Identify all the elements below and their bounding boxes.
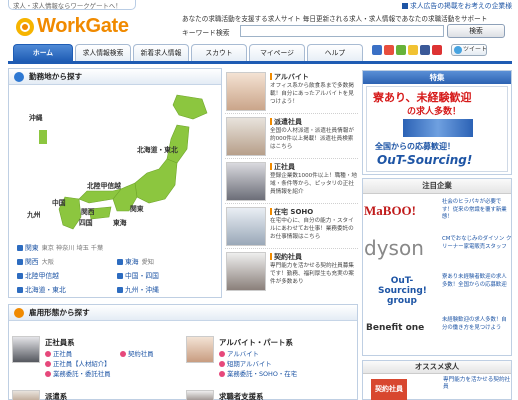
emp-link-seishain[interactable]: 正社員 bbox=[45, 349, 72, 358]
company-outsourcing[interactable]: OuT-Sourcing! group 寮あり未経験者歓迎の求人多数！全国からの… bbox=[362, 272, 512, 310]
map-chubu-kanto[interactable] bbox=[134, 158, 178, 204]
area-link-kansai[interactable]: 関西 大阪 bbox=[17, 256, 54, 266]
emp-link-baito[interactable]: アルバイト bbox=[219, 349, 259, 358]
feature-photo bbox=[226, 72, 266, 111]
special-headline: 寮あり、未経験歓迎 bbox=[373, 91, 472, 104]
group-photo bbox=[186, 336, 214, 363]
facebook-icon[interactable] bbox=[420, 45, 430, 55]
group-photo bbox=[12, 336, 40, 363]
company-logo-maboo: MaBOO! bbox=[364, 203, 416, 218]
special-banner-main: OuT-Sourcing! bbox=[377, 153, 473, 167]
special-banner[interactable]: 寮あり、未経験歓迎 の求人多数！ 全国からの応募歓迎！ OuT-Sourcing… bbox=[366, 86, 508, 172]
nav-underline bbox=[8, 61, 512, 64]
social-icons bbox=[372, 45, 450, 57]
special-photo bbox=[403, 119, 473, 137]
featured-companies-title: 注目企業 bbox=[363, 179, 511, 194]
advertiser-link[interactable]: 求人広告の掲載をお考えの企業様 bbox=[402, 0, 512, 10]
tab-home[interactable]: ホーム bbox=[13, 44, 73, 61]
recommended-jobs-title: オススメ求人 bbox=[363, 361, 511, 374]
japan-map bbox=[39, 94, 208, 230]
logo-mark-icon bbox=[16, 18, 34, 36]
recommended-job-badge[interactable]: 契約社員 bbox=[371, 379, 407, 400]
bookmark-icon[interactable] bbox=[372, 45, 382, 55]
feature-keiyaku[interactable]: 契約社員 専門能力を活かせる契約社員募集です！勤務、福利厚生も充実の案件が多数あ… bbox=[225, 250, 358, 294]
area-link-kanto[interactable]: 関東 東京 神奈川 埼玉 千葉 bbox=[17, 242, 103, 252]
area-link-kyushu-okinawa[interactable]: 九州・沖縄 bbox=[117, 284, 159, 294]
employment-group-seishain: 正社員系 正社員 契約社員 正社員【人材紹介】 業務委託・委託社員 bbox=[12, 334, 187, 392]
area-link-hokuriku[interactable]: 北陸甲信越 bbox=[17, 270, 59, 280]
map-label-okinawa[interactable]: 沖縄 bbox=[29, 112, 43, 122]
company-benefit-one[interactable]: Benefit one 未経験歓迎の求人多数！自分の働き方を見つけよう bbox=[362, 315, 512, 345]
company-logo-benefit-one: Benefit one bbox=[366, 323, 425, 333]
keyword-search-input[interactable] bbox=[240, 25, 444, 37]
livedoor-icon[interactable] bbox=[396, 45, 406, 55]
tab-help[interactable]: ヘルプ bbox=[307, 44, 363, 61]
feature-seishain[interactable]: 正社員 登録企業数1000件以上！職種・地域・条件等から、ピッタリの正社員情報を… bbox=[225, 160, 358, 204]
company-logo-dyson: dyson bbox=[364, 236, 424, 260]
map-label-kansai[interactable]: 関西 bbox=[81, 206, 95, 216]
map-label-tokai[interactable]: 東海 bbox=[113, 217, 127, 227]
map-label-kanto[interactable]: 関東 bbox=[130, 203, 144, 213]
tweet-button[interactable]: ツイート bbox=[451, 44, 487, 56]
emp-link-soho[interactable]: 業務委託・SOHO・在宅 bbox=[219, 369, 297, 378]
people-icon bbox=[14, 308, 24, 318]
twitter-icon bbox=[454, 46, 462, 54]
special-banner-top: 全国からの応募歓迎！ bbox=[375, 142, 455, 151]
site-tagline: 求人・求人情報ならワークゲートへ！ bbox=[8, 0, 136, 10]
tab-new-jobs[interactable]: 新着求人情報 bbox=[133, 44, 189, 61]
feature-photo bbox=[226, 162, 266, 201]
area-link-chugoku-shikoku[interactable]: 中国・四国 bbox=[117, 270, 159, 280]
map-label-hokkaido-tohoku[interactable]: 北海道・東北 bbox=[137, 144, 178, 154]
area-search-title: 勤務地から探す bbox=[9, 69, 221, 85]
arrow-icon bbox=[402, 3, 409, 9]
emp-link-short-baito[interactable]: 短期アルバイト bbox=[219, 359, 272, 368]
feature-photo bbox=[226, 207, 266, 246]
emp-link-keiyaku[interactable]: 契約社員 bbox=[120, 349, 154, 358]
map-okinawa[interactable] bbox=[39, 130, 47, 144]
top-bar: 求人・求人情報ならワークゲートへ！ 求人広告の掲載をお考えの企業様 bbox=[0, 0, 518, 11]
feature-photo bbox=[226, 117, 266, 156]
feature-baito[interactable]: アルバイト オフィス系から飲食系まで多数掲載！自分にあったアルバイトを見つけよう… bbox=[225, 70, 358, 114]
site-description: あなたの求職活動を支援する求人サイト 毎日更新される求人・求人情報であなたの求職… bbox=[182, 15, 488, 23]
map-label-shikoku[interactable]: 四国 bbox=[79, 217, 93, 227]
recommended-jobs-panel: オススメ求人 契約社員 専門能力を活かせる契約社員 bbox=[362, 360, 512, 400]
tab-scout[interactable]: スカウト bbox=[191, 44, 247, 61]
employment-group-support: 求職者支援系 bbox=[186, 388, 361, 400]
google-icon[interactable] bbox=[432, 45, 442, 55]
search-button[interactable]: 検索 bbox=[447, 24, 505, 38]
special-headline-sub: の求人多数！ bbox=[407, 107, 462, 117]
logo[interactable]: WorkGate bbox=[14, 14, 144, 40]
keyword-search-label: キーワード検索 bbox=[182, 29, 230, 37]
area-search-panel: 勤務地から探す 沖縄 北海道・東北 北陸甲信越 関東 中国 四国 関西 九州 東… bbox=[8, 68, 222, 298]
yahoo-icon[interactable] bbox=[408, 45, 418, 55]
feature-soho[interactable]: 在宅 SOHO 在宅中心に、自分の能力・スタイルにあわせてお仕事！業務委託のお仕… bbox=[225, 205, 358, 249]
map-hokkaido[interactable] bbox=[172, 94, 208, 120]
map-label-chugoku[interactable]: 中国 bbox=[52, 197, 66, 207]
company-maboo[interactable]: MaBOO! 社会のヒラパキが必要です！従来の常識を覆す新業態！ bbox=[362, 197, 512, 227]
recommended-job-text[interactable]: 専門能力を活かせる契約社員 bbox=[443, 377, 511, 391]
company-dyson[interactable]: dyson CMでおなじみのダイソン クリーナー家電販売スタッフ bbox=[362, 234, 512, 264]
group-photo bbox=[186, 390, 214, 400]
employment-group-baito: アルバイト・パート系 アルバイト 短期アルバイト 業務委託・SOHO・在宅 bbox=[186, 334, 361, 392]
emp-link-itaku[interactable]: 業務委託・委託社員 bbox=[45, 369, 111, 378]
special-title: 特集 bbox=[363, 71, 511, 84]
employment-group-haken: 派遣系 bbox=[12, 388, 187, 400]
tab-mypage[interactable]: マイページ bbox=[249, 44, 305, 61]
map-label-hokuriku[interactable]: 北陸甲信越 bbox=[87, 180, 121, 190]
emp-link-jinzai[interactable]: 正社員【人材紹介】 bbox=[45, 359, 111, 368]
tab-job-search[interactable]: 求人情報検索 bbox=[75, 44, 131, 61]
special-panel: 特集 寮あり、未経験歓迎 の求人多数！ 全国からの応募歓迎！ OuT-Sourc… bbox=[362, 70, 512, 175]
logo-text: WorkGate bbox=[37, 15, 129, 37]
area-link-hokkaido-tohoku[interactable]: 北海道・東北 bbox=[17, 284, 66, 294]
feature-photo bbox=[226, 252, 266, 291]
feature-haken[interactable]: 派遣社員 全国の人材派遣・派遣社員情報が約000件以上掲載！派遣社員検索はこちら bbox=[225, 115, 358, 159]
location-icon bbox=[14, 72, 24, 82]
map-label-kyushu[interactable]: 九州 bbox=[27, 209, 41, 219]
area-link-tokai[interactable]: 東海 愛知 bbox=[117, 256, 154, 266]
group-photo bbox=[12, 390, 40, 400]
hatena-icon[interactable] bbox=[384, 45, 394, 55]
employment-type-title: 雇用形態から探す bbox=[9, 305, 357, 321]
company-logo-outsourcing: OuT-Sourcing! group bbox=[378, 276, 427, 306]
